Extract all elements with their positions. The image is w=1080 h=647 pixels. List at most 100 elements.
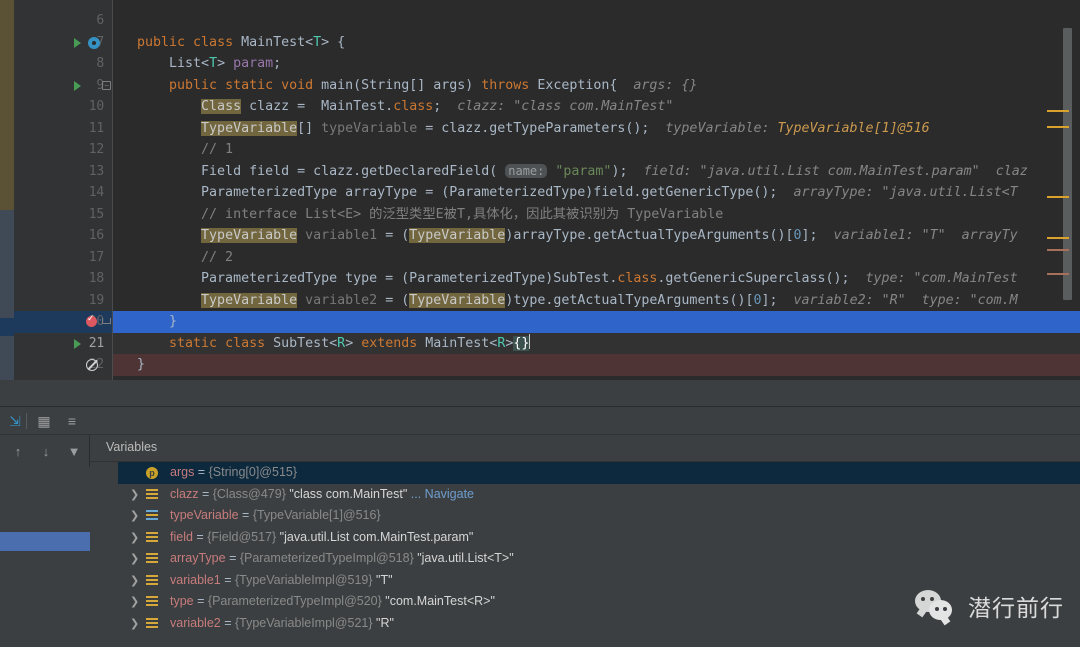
code-token: >: [345, 335, 362, 351]
variables-header: Variables: [90, 435, 1080, 462]
code-line[interactable]: TypeVariable variable2 = (TypeVariable)t…: [113, 290, 1018, 312]
code-token: ParameterizedType type = (ParameterizedT…: [137, 271, 618, 286]
stripe-marker-warn[interactable]: [1047, 237, 1069, 239]
stripe-marker-err[interactable]: [1047, 273, 1069, 275]
code-editor[interactable]: 6789−10111213141516171819202122 public c…: [0, 0, 1080, 380]
editor-vertical-scrollbar[interactable]: [1063, 0, 1072, 380]
chevron-right-icon[interactable]: ❯: [130, 505, 139, 527]
variable-row[interactable]: ❯ typeVariable = {TypeVariable[1]@516}: [118, 505, 1080, 527]
code-token: variable2: [305, 292, 378, 308]
restore-layout-icon[interactable]: ⇲: [6, 412, 24, 430]
code-line[interactable]: Field field = clazz.getDeclaredField( na…: [113, 161, 1028, 183]
code-line[interactable]: }: [113, 354, 145, 376]
code-token: ];: [761, 292, 778, 308]
settings-table-icon[interactable]: ▦: [35, 412, 53, 430]
object-list-icon: [146, 574, 158, 587]
filter-icon[interactable]: ▼: [65, 442, 83, 460]
line-number: 6: [96, 13, 104, 28]
stripe-marker-warn[interactable]: [1047, 126, 1069, 128]
frames-panel[interactable]: ↑ ↓ ▼: [0, 435, 90, 647]
code-line[interactable]: public class MainTest<T> {: [113, 32, 345, 54]
code-line[interactable]: // 1: [113, 139, 233, 161]
wechat-eye-1: [921, 597, 925, 601]
chevron-right-icon[interactable]: ❯: [130, 591, 139, 613]
code-fold-end-icon[interactable]: [102, 318, 111, 324]
code-token: // 1: [137, 142, 234, 157]
code-token: = clazz.getTypeParameters();: [417, 120, 650, 136]
chevron-right-icon[interactable]: ❯: [130, 613, 139, 635]
code-token: 0: [793, 228, 802, 243]
variable-equals: =: [238, 508, 253, 522]
chevron-right-icon[interactable]: ❯: [130, 548, 139, 570]
code-token: SubTest: [273, 335, 330, 351]
editor-gutter[interactable]: 6789−10111213141516171819202122: [14, 0, 113, 380]
code-line[interactable]: List<T> param;: [113, 53, 281, 75]
step-up-icon[interactable]: ↑: [9, 442, 27, 460]
breakpoint-icon[interactable]: [86, 313, 97, 327]
code-line[interactable]: ParameterizedType arrayType = (Parameter…: [113, 182, 1018, 204]
code-line[interactable]: TypeVariable variable1 = (TypeVariable)a…: [113, 225, 1018, 247]
code-token: // 2: [137, 249, 234, 265]
array-list-icon: [146, 510, 158, 522]
line-number: 12: [88, 142, 104, 157]
stripe-marker-warn[interactable]: [1047, 196, 1069, 198]
variable-row[interactable]: ❯ clazz = {Class@479} "class com.MainTest…: [118, 484, 1080, 506]
code-line[interactable]: TypeVariable[] typeVariable = clazz.getT…: [113, 118, 930, 140]
debug-toolbar[interactable]: ⇲ ▦ ≡: [0, 407, 1080, 435]
code-line[interactable]: public static void main(String[] args) t…: [113, 75, 697, 97]
code-line[interactable]: ParameterizedType type = (ParameterizedT…: [113, 268, 1018, 290]
code-line[interactable]: Class clazz = MainTest.class; clazz: "cl…: [113, 96, 673, 118]
code-text-area[interactable]: public class MainTest<T> { List<T> param…: [113, 0, 1080, 380]
bookmark-gutter-icon[interactable]: [88, 36, 100, 49]
run-gutter-icon[interactable]: [74, 338, 81, 349]
line-number: 18: [88, 271, 104, 286]
watermark-text: 潜行前行: [968, 596, 1064, 622]
wechat-watermark: 潜行前行: [915, 589, 1064, 623]
no-entry-gutter-icon[interactable]: [86, 359, 98, 371]
scrollbar-thumb[interactable]: [1063, 28, 1072, 300]
navigate-link[interactable]: ... Navigate: [407, 487, 474, 501]
variable-value: "class com.MainTest": [285, 486, 408, 501]
code-token: throws: [481, 77, 538, 93]
code-line[interactable]: // interface List<E> 的泛型类型E被T,具体化，因此其被识别…: [113, 204, 723, 226]
wechat-eye-2: [930, 597, 934, 601]
stripe-marker-warn[interactable]: [1047, 110, 1069, 112]
code-token: clazz = MainTest.: [241, 99, 394, 114]
variable-row[interactable]: ❯ field = {Field@517} "java.util.List com…: [118, 527, 1080, 549]
code-line[interactable]: }: [113, 311, 177, 333]
object-list-icon: [146, 531, 158, 544]
chevron-right-icon[interactable]: ❯: [130, 570, 139, 592]
wechat-eye-4: [943, 607, 947, 611]
sort-variables-icon[interactable]: ≡: [63, 412, 81, 430]
variable-row[interactable]: ❯ variable1 = {TypeVariableImpl@519} "T": [118, 570, 1080, 592]
code-token: ];: [801, 228, 818, 243]
code-token: T: [313, 34, 322, 50]
frames-toolbar[interactable]: ↑ ↓ ▼: [0, 435, 90, 467]
frame-list-item-selected[interactable]: [0, 532, 90, 551]
code-line[interactable]: // 2: [113, 247, 233, 269]
line-number: 17: [88, 249, 104, 265]
stripe-marker-err[interactable]: [1047, 249, 1069, 251]
code-token: {}: [513, 335, 530, 351]
frames-list[interactable]: [0, 467, 90, 647]
variables-title: Variables: [106, 440, 158, 454]
object-list-icon: [146, 488, 158, 501]
code-fold-icon[interactable]: −: [102, 80, 111, 90]
run-gutter-icon[interactable]: [74, 80, 81, 91]
code-token: (String[] args): [353, 77, 482, 93]
variable-row[interactable]: p args = {String[0]@515}: [118, 462, 1080, 484]
current-execution-line-highlight: [113, 311, 1080, 333]
code-token: typeVariable: [321, 120, 418, 136]
chevron-right-icon[interactable]: ❯: [130, 527, 139, 549]
run-gutter-icon[interactable]: [74, 37, 81, 48]
code-token: class: [393, 99, 434, 114]
step-down-icon[interactable]: ↓: [37, 442, 55, 460]
variable-row[interactable]: ❯ arrayType = {ParameterizedTypeImpl@518}…: [118, 548, 1080, 570]
code-line[interactable]: static class SubTest<R> extends MainTest…: [113, 333, 531, 355]
chevron-right-icon[interactable]: ❯: [130, 484, 139, 506]
wechat-eye-3: [935, 607, 939, 611]
variable-equals: =: [225, 551, 240, 565]
